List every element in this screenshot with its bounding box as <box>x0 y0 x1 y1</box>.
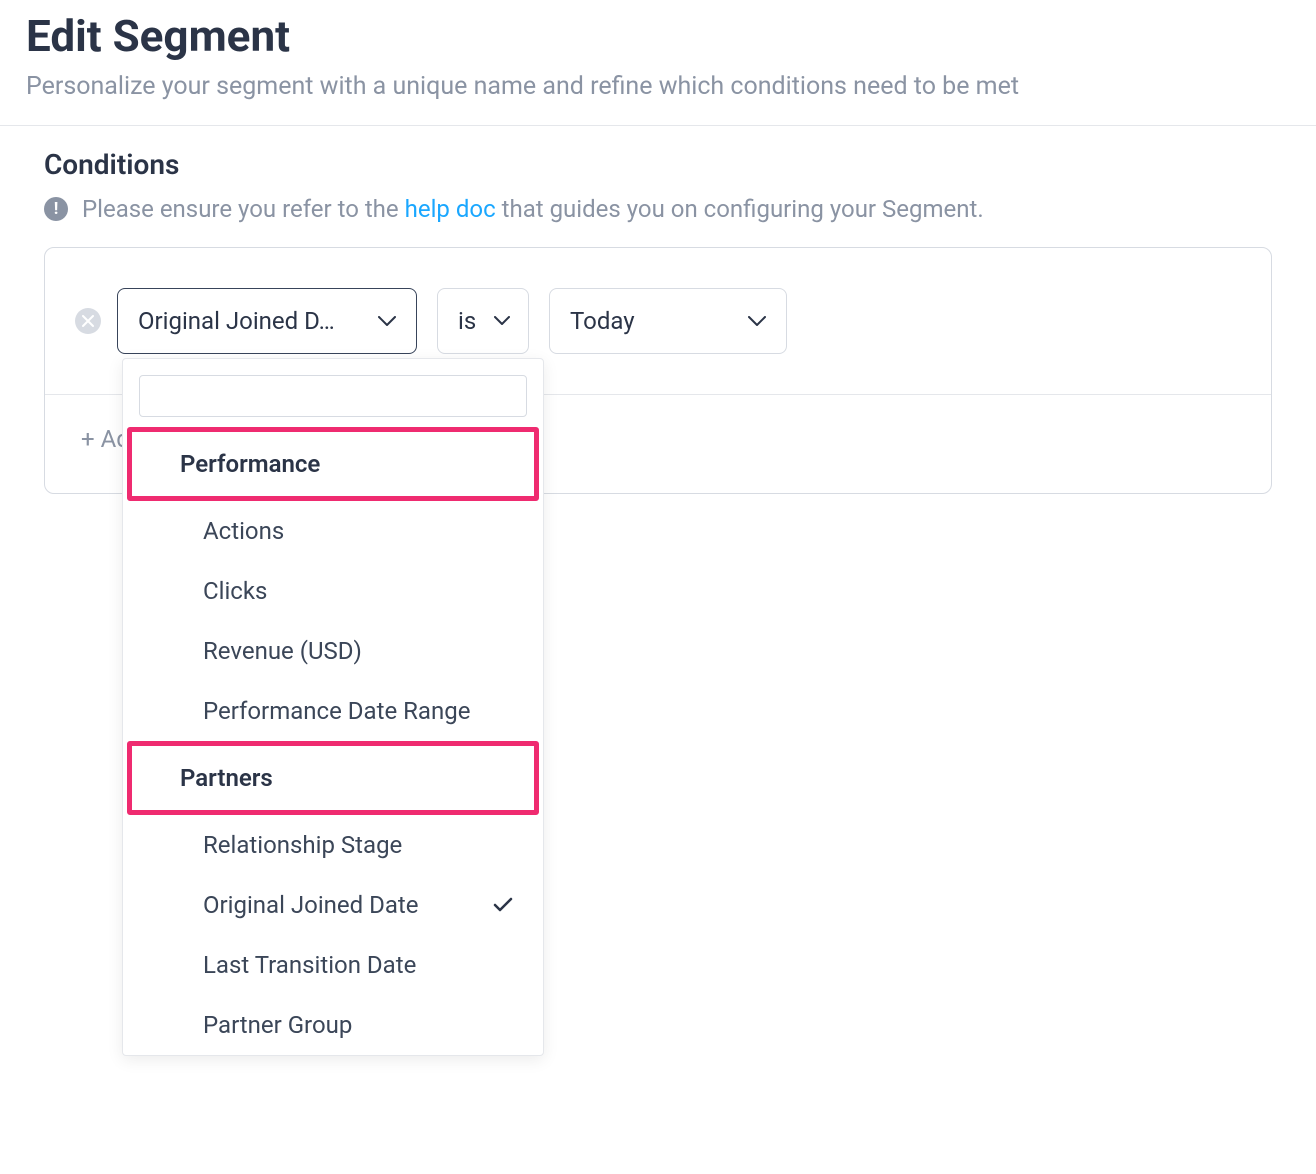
operator-select[interactable]: is <box>437 288 529 354</box>
option-actions[interactable]: Actions <box>123 501 543 561</box>
help-line: ! Please ensure you refer to the help do… <box>44 195 1272 223</box>
highlight-partners: Partners <box>127 741 539 815</box>
group-header-partners: Partners <box>132 746 534 810</box>
help-prefix: Please ensure you refer to the <box>82 195 399 223</box>
conditions-section: Conditions ! Please ensure you refer to … <box>0 126 1316 494</box>
conditions-box: Original Joined D… is Today + Add Filter <box>44 247 1272 494</box>
close-icon <box>82 315 94 327</box>
operator-select-label: is <box>458 307 476 335</box>
help-suffix: that guides you on configuring your Segm… <box>502 195 984 223</box>
field-dropdown: Performance Actions Clicks Revenue (USD)… <box>122 358 544 1056</box>
group-header-performance: Performance <box>132 432 534 496</box>
chevron-down-icon <box>494 316 510 326</box>
chevron-down-icon <box>748 316 766 327</box>
option-partner-group[interactable]: Partner Group <box>123 995 543 1055</box>
page-subtitle: Personalize your segment with a unique n… <box>26 72 1290 101</box>
help-doc-link[interactable]: help doc <box>405 195 496 223</box>
option-relationship-stage[interactable]: Relationship Stage <box>123 815 543 875</box>
dropdown-search-input[interactable] <box>139 375 527 417</box>
option-original-joined-date[interactable]: Original Joined Date <box>123 875 543 935</box>
option-revenue[interactable]: Revenue (USD) <box>123 621 543 681</box>
value-select[interactable]: Today <box>549 288 787 354</box>
page-title: Edit Segment <box>26 10 1290 62</box>
value-select-label: Today <box>570 307 635 335</box>
remove-condition-button[interactable] <box>75 308 101 334</box>
highlight-performance: Performance <box>127 427 539 501</box>
option-clicks[interactable]: Clicks <box>123 561 543 621</box>
check-icon <box>493 897 513 913</box>
page-header: Edit Segment Personalize your segment wi… <box>0 0 1316 126</box>
conditions-title: Conditions <box>44 148 1272 181</box>
chevron-down-icon <box>378 316 396 327</box>
info-icon: ! <box>44 197 68 221</box>
field-select[interactable]: Original Joined D… <box>117 288 417 354</box>
field-select-label: Original Joined D… <box>138 307 335 335</box>
option-performance-date-range[interactable]: Performance Date Range <box>123 681 543 741</box>
option-last-transition-date[interactable]: Last Transition Date <box>123 935 543 995</box>
